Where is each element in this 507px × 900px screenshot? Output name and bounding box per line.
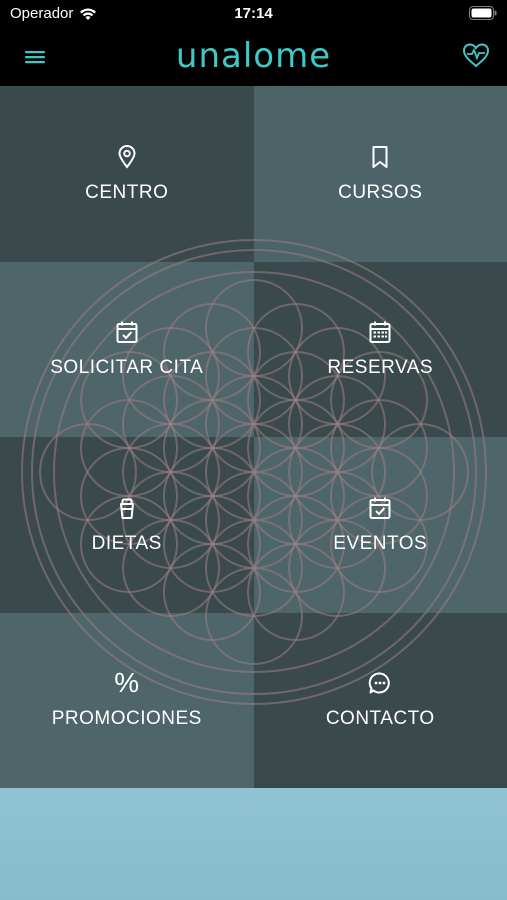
tile-cursos[interactable]: CURSOS [254, 86, 507, 262]
tile-centro[interactable]: CENTRO [0, 86, 254, 262]
tile-eventos[interactable]: EVENTOS [254, 437, 507, 613]
location-pin-icon [118, 144, 136, 169]
app-logo: unalome [175, 36, 332, 76]
battery-icon [469, 6, 497, 20]
cup-icon [119, 498, 134, 519]
tile-promociones[interactable]: % PROMOCIONES [0, 613, 254, 789]
tile-label: CURSOS [338, 181, 423, 203]
chat-bubble-icon [369, 672, 391, 694]
tile-solicitar-cita[interactable]: SOLICITAR CITA [0, 262, 254, 438]
bookmark-icon [372, 145, 388, 168]
clock: 17:14 [234, 5, 273, 22]
tile-label: SOLICITAR CITA [50, 357, 204, 379]
tile-label: RESERVAS [327, 357, 434, 379]
tile-label: CONTACTO [325, 708, 435, 730]
bottom-panel [0, 788, 507, 900]
tile-label: PROMOCIONES [51, 708, 202, 730]
percent-icon: % [114, 667, 140, 699]
calendar-check-icon [116, 321, 138, 344]
main-menu-grid: CENTRO CURSOS SOLICITAR CITA RESERVAS DI… [0, 86, 507, 788]
status-bar: Operador 17:14 [0, 0, 507, 28]
heart-pulse-icon[interactable] [461, 40, 491, 70]
tile-contacto[interactable]: CONTACTO [254, 613, 507, 789]
tile-label: EVENTOS [333, 532, 428, 554]
tile-label: DIETAS [91, 532, 162, 554]
top-navbar: unalome [0, 28, 507, 86]
tile-label: CENTRO [85, 181, 169, 203]
tile-dietas[interactable]: DIETAS [0, 437, 254, 613]
tile-reservas[interactable]: RESERVAS [254, 262, 507, 438]
calendar-grid-icon [369, 321, 391, 344]
calendar-check-icon [369, 497, 391, 519]
